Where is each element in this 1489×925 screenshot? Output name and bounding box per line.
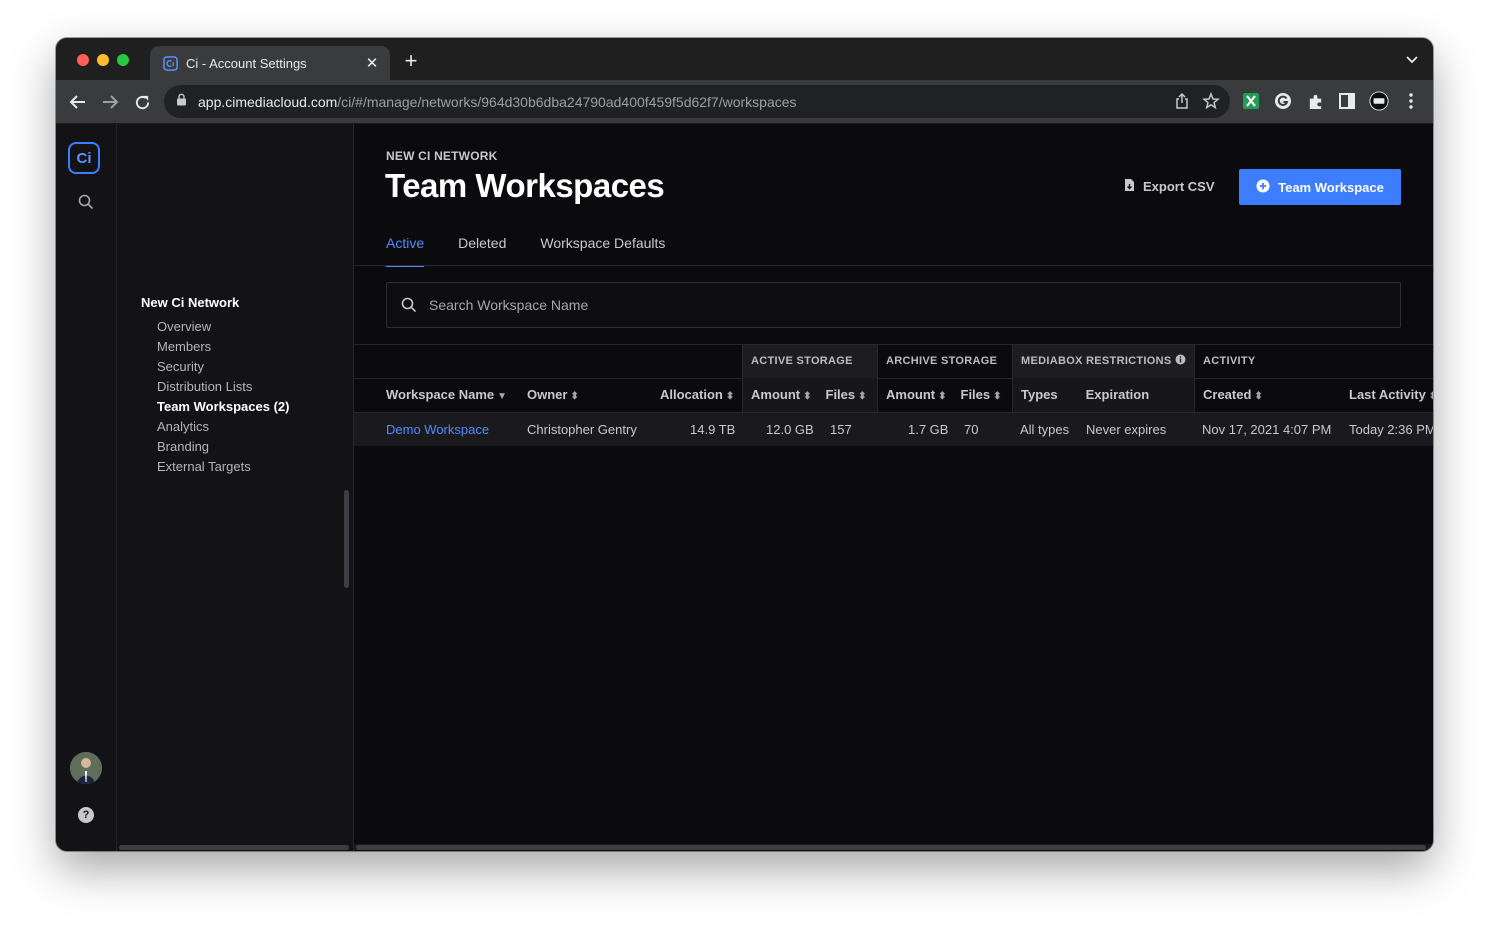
types-cell: All types [1020, 422, 1070, 437]
sidebar-panel-icon[interactable] [1337, 91, 1357, 111]
sort-icon: ⬍ [1429, 391, 1433, 402]
share-icon[interactable] [1174, 92, 1190, 115]
maximize-window-button[interactable] [117, 54, 129, 66]
more-vert-icon[interactable] [1401, 91, 1421, 111]
search-icon[interactable] [78, 194, 94, 215]
app-rail: Ci ? [56, 124, 117, 851]
table-group-header: ACTIVE STORAGE ARCHIVE STORAGE MEDIABOX … [354, 344, 1433, 379]
search-input[interactable] [427, 296, 1331, 314]
ci-favicon-icon [162, 55, 178, 71]
forward-arrow-icon[interactable] [100, 92, 120, 112]
tab-workspace-defaults[interactable]: Workspace Defaults [540, 235, 665, 265]
workspaces-table: ACTIVE STORAGE ARCHIVE STORAGE MEDIABOX … [354, 344, 1433, 834]
group-active-storage: ACTIVE STORAGE [742, 345, 878, 378]
help-icon[interactable]: ? [78, 807, 94, 823]
search-field[interactable] [386, 282, 1401, 328]
info-icon[interactable] [1175, 346, 1186, 379]
workspace-tabs: Active Deleted Workspace Defaults [386, 235, 665, 267]
bookmark-star-icon[interactable] [1202, 91, 1220, 115]
close-window-button[interactable] [77, 54, 89, 66]
chevron-down-icon[interactable] [1405, 52, 1419, 71]
sidebar-item-overview[interactable]: Overview [157, 317, 289, 337]
export-csv-button[interactable]: Export CSV [1124, 178, 1215, 195]
table-header-row: Workspace Name ▼ Owner ⬍ Allocation ⬍ Amoun… [354, 378, 1433, 413]
tab-active[interactable]: Active [386, 235, 425, 267]
sidebar-item-members[interactable]: Members [157, 337, 289, 357]
group-archive-storage: ARCHIVE STORAGE [877, 345, 1012, 378]
sidebar-horizontal-scrollbar[interactable] [117, 844, 353, 850]
spreadsheet-extension-icon[interactable] [1241, 91, 1261, 111]
sidebar-item-distribution-lists[interactable]: Distribution Lists [157, 377, 289, 397]
sidebar-item-analytics[interactable]: Analytics [157, 417, 289, 437]
search-icon [401, 297, 417, 313]
sort-icon: ⬍ [993, 391, 1002, 402]
col-allocation[interactable]: Allocation ⬍ [660, 378, 734, 412]
browser-tab[interactable]: Ci - Account Settings ✕ [150, 46, 390, 80]
table-horizontal-scrollbar[interactable] [354, 844, 1433, 850]
sidebar-item-security[interactable]: Security [157, 357, 289, 377]
created-cell: Nov 17, 2021 4:07 PM [1202, 422, 1332, 437]
add-team-workspace-button[interactable]: Team Workspace [1239, 169, 1401, 205]
group-mediabox-restrictions: MEDIABOX RESTRICTIONS [1012, 345, 1194, 378]
plus-circle-icon [1256, 179, 1270, 196]
tab-title: Ci - Account Settings [186, 55, 307, 71]
new-tab-icon[interactable]: + [400, 50, 422, 72]
grammar-extension-icon[interactable] [1273, 91, 1293, 111]
workspace-name-link[interactable]: Demo Workspace [386, 413, 489, 446]
tabs-divider [354, 265, 1433, 266]
network-title: New Ci Network [141, 295, 240, 310]
profile-avatar-icon[interactable] [1369, 91, 1389, 111]
sort-icon: ⬍ [803, 391, 812, 402]
file-download-icon [1124, 178, 1135, 195]
lock-icon [176, 93, 188, 111]
reload-icon[interactable] [132, 92, 152, 112]
active-amount-cell: 12.0 GB [766, 422, 814, 437]
sidebar-item-branding[interactable]: Branding [157, 437, 289, 457]
col-archive-amount[interactable]: Amount ⬍ Files ⬍ [877, 378, 1012, 412]
col-last-activity[interactable]: Last Activity⬍ [1349, 378, 1433, 412]
col-types: Types Expiration [1012, 378, 1194, 412]
back-arrow-icon[interactable] [68, 92, 88, 112]
active-files-cell: 157 [830, 422, 852, 437]
sort-icon: ⬍ [938, 391, 947, 402]
archive-files-cell: 70 [964, 422, 979, 437]
sort-icon: ⬍ [725, 391, 735, 402]
settings-nav-list: Overview Members Security Distribution L… [157, 317, 289, 477]
group-activity: ACTIVITY [1194, 345, 1433, 378]
network-eyebrow: NEW CI NETWORK [386, 149, 498, 163]
col-active-amount[interactable]: Amount ⬍ Files ⬍ [742, 378, 878, 412]
browser-window: Ci - Account Settings ✕ + app.cimediaclo… [56, 38, 1433, 851]
col-owner[interactable]: Owner ⬍ [527, 378, 579, 412]
settings-sidebar: New Ci Network Overview Members Security… [117, 124, 354, 851]
sort-down-icon: ▼ [497, 391, 508, 402]
main-content: NEW CI NETWORK Team Workspaces Export CS… [354, 124, 1433, 851]
col-workspace-name[interactable]: Workspace Name ▼ [386, 378, 507, 412]
sort-icon: ⬍ [1254, 391, 1263, 402]
sort-icon: ⬍ [858, 391, 867, 402]
sidebar-scrollbar[interactable] [344, 490, 349, 588]
extensions-puzzle-icon[interactable] [1305, 91, 1325, 111]
last-activity-cell: Today 2:36 PM [1349, 422, 1433, 437]
user-avatar[interactable] [70, 752, 102, 784]
page-title: Team Workspaces [385, 167, 665, 204]
expiration-cell: Never expires [1086, 422, 1167, 437]
sidebar-item-external-targets[interactable]: External Targets [157, 457, 289, 477]
tab-strip: Ci - Account Settings ✕ + [56, 38, 1433, 80]
sidebar-item-team-workspaces[interactable]: Team Workspaces (2) [157, 397, 289, 417]
tab-deleted[interactable]: Deleted [458, 235, 506, 265]
ci-logo[interactable]: Ci [68, 142, 100, 174]
table-row[interactable]: Demo Workspace Christopher Gentry 14.9 T… [354, 413, 1433, 446]
col-expiration: Expiration [1085, 387, 1150, 402]
browser-toolbar: app.cimediacloud.com/ci/#/manage/network… [56, 80, 1433, 124]
allocation-cell: 14.9 TB [690, 422, 736, 437]
url-text: app.cimediacloud.com/ci/#/manage/network… [198, 93, 797, 110]
address-bar[interactable]: app.cimediacloud.com/ci/#/manage/network… [164, 85, 1230, 118]
close-tab-icon[interactable]: ✕ [362, 54, 382, 72]
owner-cell: Christopher Gentry [527, 422, 637, 437]
archive-amount-cell: 1.7 GB [908, 422, 949, 437]
minimize-window-button[interactable] [97, 54, 109, 66]
sort-icon: ⬍ [570, 391, 579, 402]
